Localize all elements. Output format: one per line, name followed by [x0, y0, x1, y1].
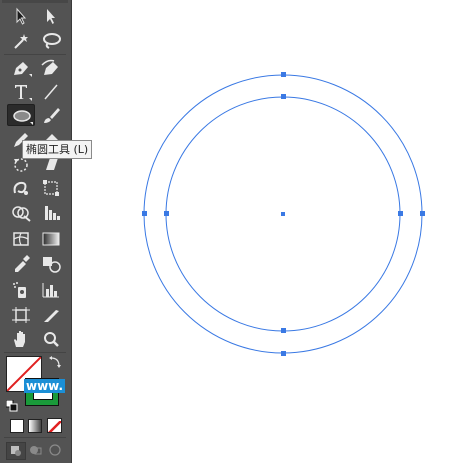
anchor-point[interactable] — [281, 72, 286, 77]
eyedropper-tool-icon — [15, 255, 30, 272]
artboard-tool-icon — [12, 307, 30, 323]
curvature-tool-icon — [41, 59, 58, 75]
color-button[interactable] — [10, 419, 24, 433]
artboard-canvas[interactable] — [73, 0, 459, 463]
type-tool-icon — [15, 85, 32, 101]
ellipse-tool[interactable] — [7, 104, 35, 126]
direct-selection-tool-icon — [47, 9, 55, 24]
blend-tool-icon — [43, 257, 61, 273]
line-segment-tool-icon — [44, 84, 58, 100]
type-tool[interactable] — [7, 81, 35, 103]
ellipse-tool-icon — [13, 110, 33, 125]
mesh-tool[interactable] — [7, 228, 35, 250]
none-button[interactable] — [47, 418, 62, 433]
mesh-tool-icon — [13, 232, 29, 246]
draw-inside-button[interactable] — [46, 442, 64, 458]
curvature-tool[interactable] — [37, 57, 65, 79]
paintbrush-tool[interactable] — [37, 104, 65, 126]
eyedropper-tool[interactable] — [7, 253, 35, 275]
warp-tool-icon — [13, 181, 28, 195]
free-transform-tool-icon — [43, 180, 59, 196]
panel-grip[interactable] — [2, 0, 68, 3]
magic-wand-tool-icon — [14, 34, 28, 49]
hand-tool[interactable] — [7, 328, 35, 350]
zoom-tool-icon — [44, 332, 59, 347]
gradient-button[interactable] — [28, 419, 42, 433]
zoom-tool[interactable] — [37, 328, 65, 350]
gradient-tool[interactable] — [37, 228, 65, 250]
draw-behind-icon — [30, 446, 42, 455]
anchor-point[interactable] — [420, 211, 425, 216]
perspective-grid-tool[interactable] — [37, 202, 65, 224]
tools-panel: www. — [0, 0, 72, 463]
anchor-point[interactable] — [281, 94, 286, 99]
line-segment-tool[interactable] — [37, 81, 65, 103]
anchor-point[interactable] — [281, 328, 286, 333]
draw-behind-button[interactable] — [26, 442, 44, 458]
symbol-sprayer-tool[interactable] — [7, 279, 35, 301]
separator — [4, 54, 66, 55]
none-icon — [48, 420, 61, 432]
shape-builder-tool-icon — [12, 206, 31, 222]
draw-inside-icon — [49, 444, 61, 456]
direct-selection-tool[interactable] — [37, 5, 65, 27]
lasso-tool[interactable] — [37, 30, 65, 52]
swap-fill-stroke-icon[interactable] — [48, 355, 62, 369]
default-colors-icon[interactable] — [5, 397, 18, 412]
paintbrush-tool-icon — [44, 108, 60, 123]
anchor-point[interactable] — [142, 211, 147, 216]
slice-tool-icon — [44, 310, 59, 322]
artboard-tool[interactable] — [7, 304, 35, 326]
separator — [4, 437, 66, 438]
pen-tool[interactable] — [7, 57, 35, 79]
center-point[interactable] — [281, 212, 285, 216]
symbol-sprayer-tool-icon — [13, 282, 26, 298]
blend-tool[interactable] — [37, 253, 65, 275]
anchor-point[interactable] — [398, 211, 403, 216]
column-graph-tool-icon — [42, 283, 59, 298]
hand-tool-icon — [14, 331, 25, 347]
magic-wand-tool[interactable] — [7, 30, 35, 52]
draw-normal-icon — [11, 446, 21, 456]
selection-tool-icon — [16, 7, 27, 25]
draw-normal-button[interactable] — [6, 442, 26, 460]
shape-builder-tool[interactable] — [7, 202, 35, 224]
free-transform-tool[interactable] — [37, 177, 65, 199]
column-graph-tool[interactable] — [37, 279, 65, 301]
pen-tool-icon — [14, 62, 32, 77]
lasso-tool-icon — [43, 33, 61, 49]
separator — [4, 352, 66, 353]
selection-tool[interactable] — [7, 5, 35, 27]
anchor-point[interactable] — [281, 351, 286, 356]
slice-tool[interactable] — [37, 304, 65, 326]
warp-tool[interactable] — [7, 177, 35, 199]
watermark: www. — [24, 379, 66, 393]
perspective-grid-tool-icon — [45, 206, 60, 220]
anchor-point[interactable] — [164, 211, 169, 216]
gradient-tool-icon — [42, 232, 60, 246]
